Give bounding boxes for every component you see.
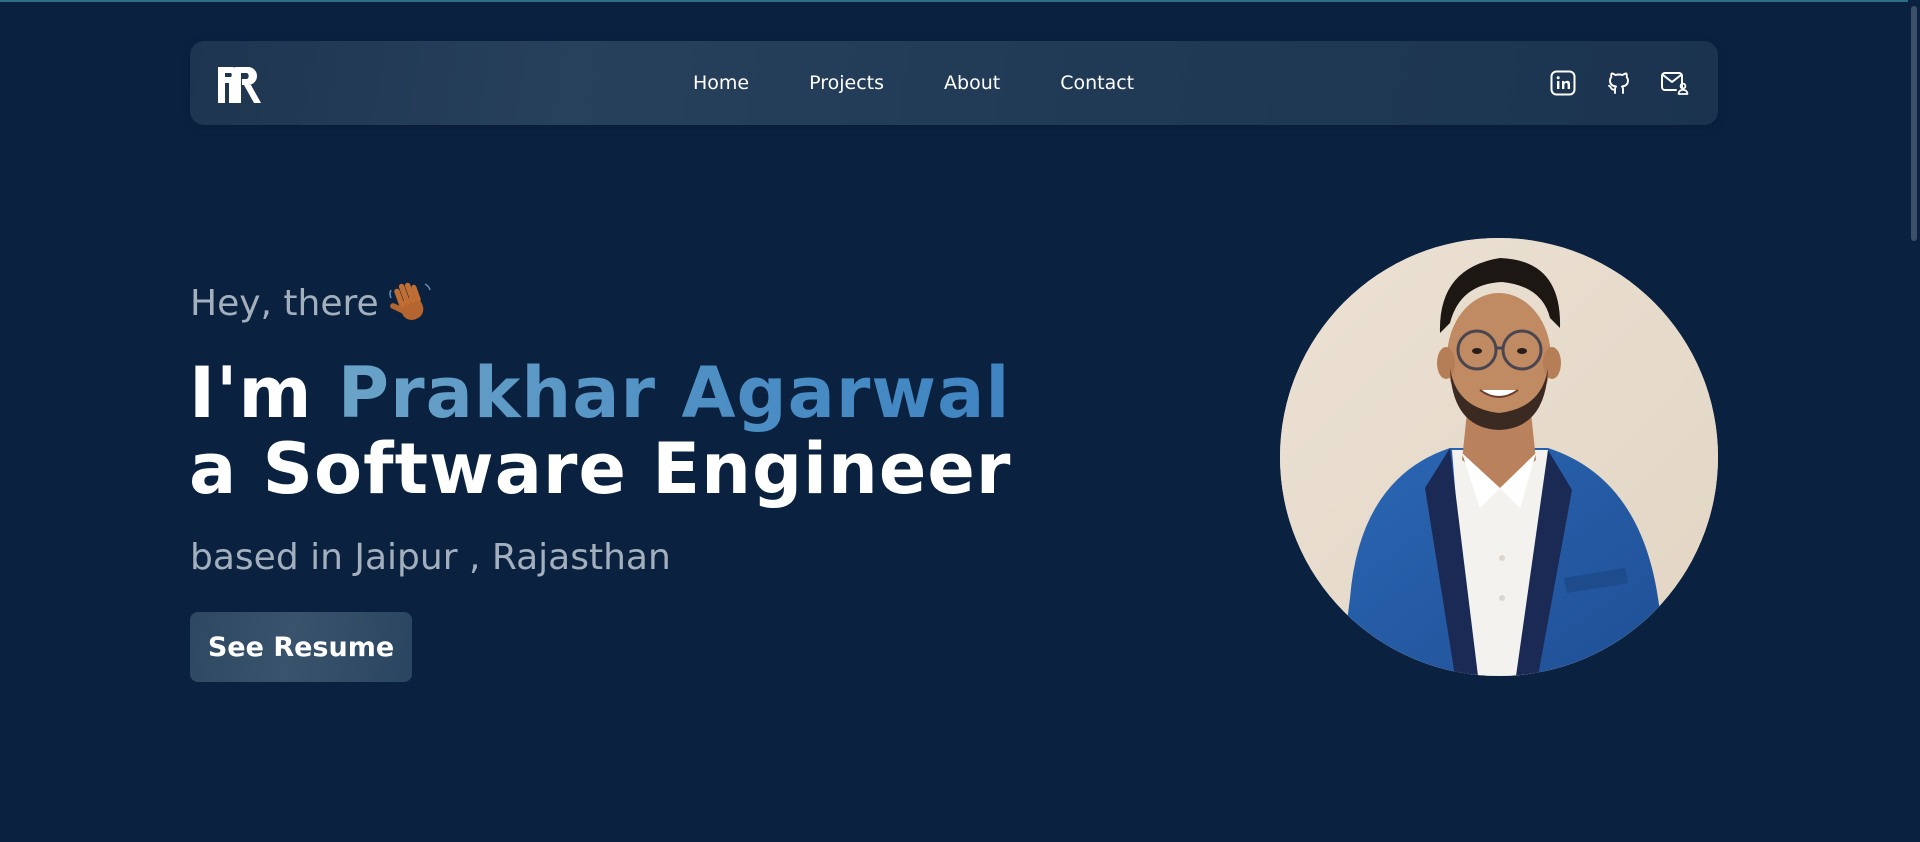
hero-role: a Software Engineer (189, 428, 1012, 510)
navbar: Home Projects About Contact (190, 41, 1718, 125)
profile-portrait-icon (1280, 238, 1718, 676)
nav-link-about[interactable]: About (944, 72, 1000, 94)
nav-link-home[interactable]: Home (693, 72, 749, 94)
greeting: Hey, there (190, 280, 433, 326)
greeting-text: Hey, there (190, 282, 379, 324)
social-links (1548, 41, 1690, 125)
intro-prefix: I'm (189, 352, 338, 434)
nav-link-contact[interactable]: Contact (1060, 72, 1134, 94)
mail-icon (1661, 72, 1689, 95)
logo[interactable] (218, 63, 262, 105)
linkedin-button[interactable] (1548, 68, 1578, 98)
linkedin-icon (1550, 70, 1576, 96)
profile-photo (1280, 238, 1718, 676)
see-resume-button[interactable]: See Resume (190, 612, 412, 682)
waving-hand-icon (388, 282, 431, 320)
hero-headline: I'm Prakhar Agarwal a Software Engineer (189, 355, 1011, 507)
nav-links: Home Projects About Contact (693, 41, 1134, 125)
nav-link-projects[interactable]: Projects (809, 72, 884, 94)
hero-name: Prakhar Agarwal (337, 352, 1011, 434)
mail-button[interactable] (1660, 68, 1690, 98)
top-border (0, 0, 1920, 2)
scroll-thumb[interactable] (1911, 6, 1917, 241)
scrollbar[interactable] (1908, 0, 1920, 842)
location-text: based in Jaipur , Rajasthan (190, 537, 671, 578)
logo-icon (218, 67, 261, 103)
github-icon (1608, 72, 1629, 94)
github-button[interactable] (1604, 68, 1634, 98)
